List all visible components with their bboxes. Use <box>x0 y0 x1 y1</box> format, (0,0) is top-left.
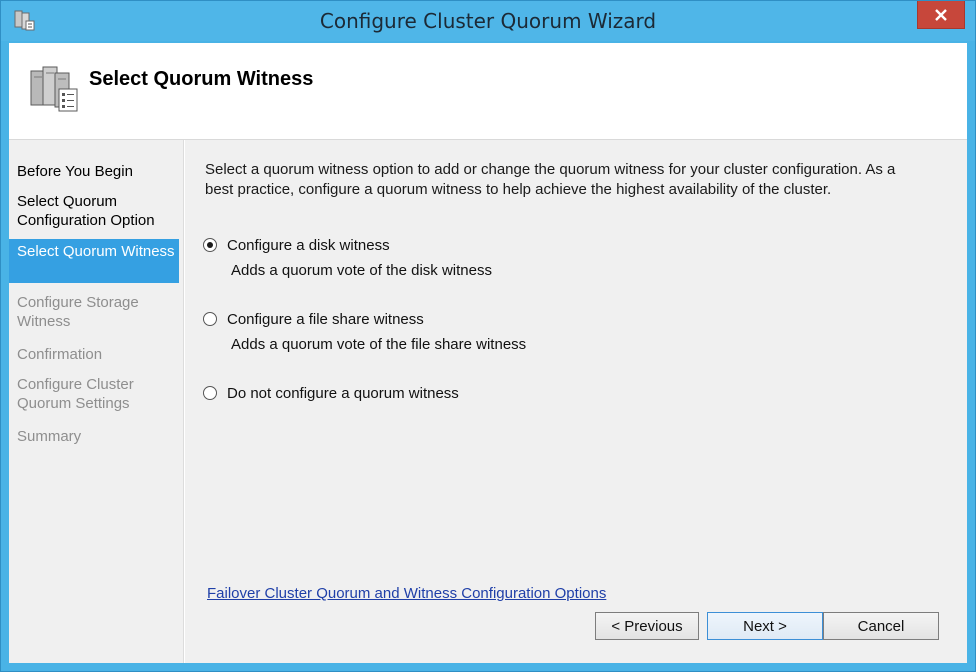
option-disk-witness-description: Adds a quorum vote of the disk witness <box>231 262 492 279</box>
sidebar-item-summary: Summary <box>17 428 82 445</box>
sidebar-item-select-quorum-witness[interactable]: Select Quorum Witness <box>9 239 179 283</box>
radio-file-share-witness[interactable] <box>203 312 217 326</box>
wizard-main-panel: Select a quorum witness option to add or… <box>185 140 967 663</box>
sidebar-item-before-you-begin[interactable]: Before You Begin <box>9 162 179 181</box>
wizard-header: Select Quorum Witness <box>9 43 967 140</box>
wizard-client-area: Select Quorum Witness Before You Begin S… <box>9 43 967 663</box>
next-button[interactable]: Next > <box>707 612 823 640</box>
title-bar[interactable]: Configure Cluster Quorum Wizard <box>1 1 975 41</box>
sidebar-item-select-quorum-configuration-option[interactable]: Select Quorum Configuration Option <box>9 192 179 230</box>
window-title: Configure Cluster Quorum Wizard <box>319 9 657 33</box>
radio-disk-witness[interactable] <box>203 238 217 252</box>
option-no-witness-label[interactable]: Do not configure a quorum witness <box>227 385 459 402</box>
option-file-share-witness-label[interactable]: Configure a file share witness <box>227 311 424 328</box>
option-no-witness[interactable]: Do not configure a quorum witness <box>203 383 459 403</box>
quorum-options-help-link[interactable]: Failover Cluster Quorum and Witness Conf… <box>207 585 606 602</box>
page-title: Select Quorum Witness <box>89 68 314 90</box>
cancel-button[interactable]: Cancel <box>823 612 939 640</box>
previous-button[interactable]: < Previous <box>595 612 699 640</box>
intro-text: Select a quorum witness option to add or… <box>205 161 896 198</box>
wizard-window: Configure Cluster Quorum Wizard Select Q… <box>0 0 976 672</box>
sidebar-item-configure-cluster-quorum-settings: Configure Cluster Quorum Settings <box>17 376 134 412</box>
option-disk-witness-label[interactable]: Configure a disk witness <box>227 237 390 254</box>
sidebar-item-confirmation: Confirmation <box>17 346 103 363</box>
cluster-servers-icon <box>30 66 78 112</box>
radio-no-witness[interactable] <box>203 386 217 400</box>
close-button[interactable] <box>917 1 965 29</box>
option-file-share-witness-description: Adds a quorum vote of the file share wit… <box>231 336 527 353</box>
option-file-share-witness[interactable]: Configure a file share witness <box>203 309 424 329</box>
close-icon <box>935 8 947 21</box>
sidebar-item-configure-storage-witness: Configure Storage Witness <box>17 294 139 330</box>
option-disk-witness[interactable]: Configure a disk witness <box>203 235 390 255</box>
wizard-steps-sidebar: Before You Begin Select Quorum Configura… <box>9 140 184 663</box>
